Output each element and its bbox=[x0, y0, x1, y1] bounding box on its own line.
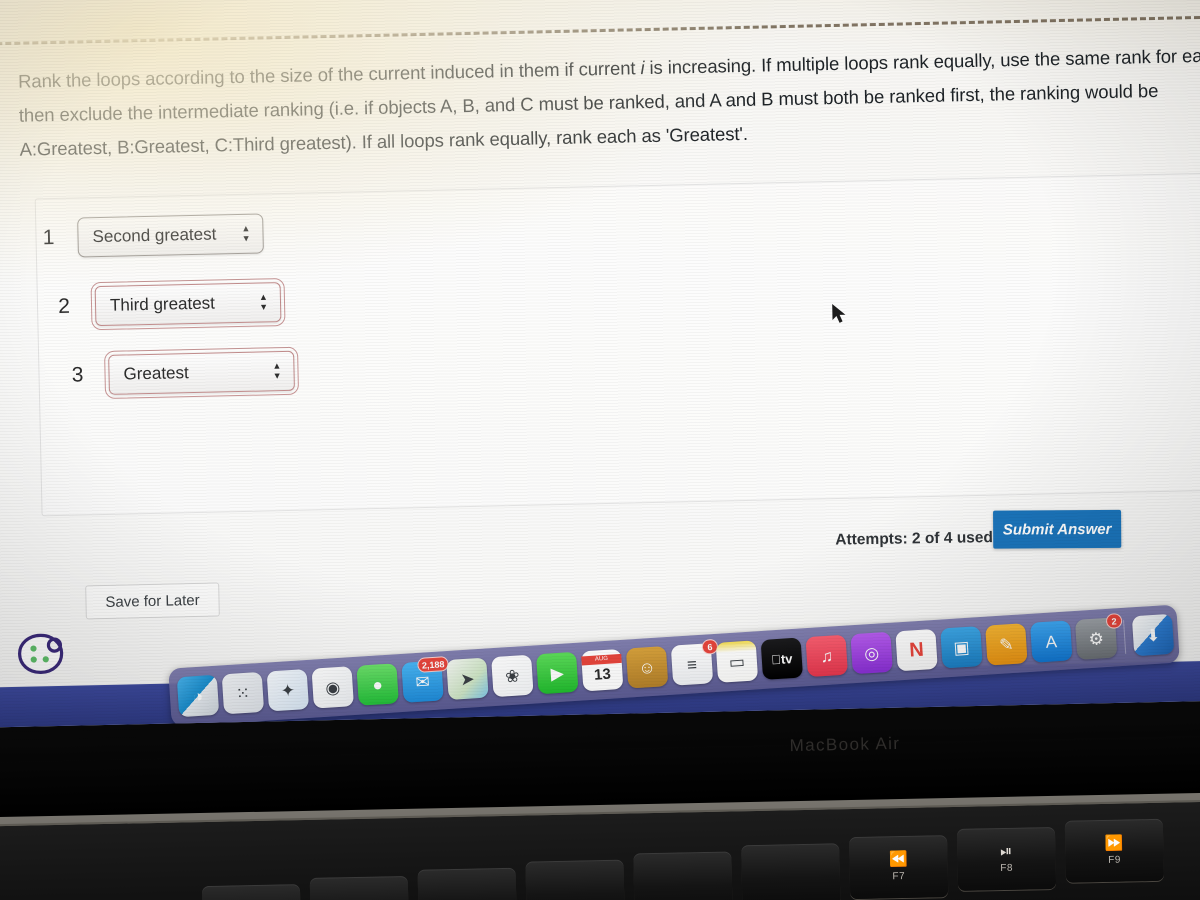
dock-icon-chrome[interactable]: ◉ bbox=[311, 666, 354, 709]
key-f8[interactable]: ⏯ F8 bbox=[956, 826, 1057, 891]
dock-icon-launchpad[interactable]: ⁙ bbox=[221, 671, 265, 715]
key-f1[interactable] bbox=[201, 884, 302, 900]
mouse-cursor-icon bbox=[832, 304, 846, 323]
dock-icon-apple-tv[interactable]: tv bbox=[760, 637, 804, 680]
rank-dropdown-2[interactable]: Third greatest ▲ ▼ bbox=[90, 277, 286, 331]
system-settings-icon: ⚙ bbox=[1087, 628, 1105, 649]
cookie-consent-icon[interactable] bbox=[14, 632, 67, 677]
dock-icon-finder[interactable]: ◑ bbox=[176, 674, 220, 718]
finder-icon: ◑ bbox=[192, 686, 204, 706]
rank-number-1: 1 bbox=[42, 226, 55, 250]
dock-icon-keynote[interactable]: ▣ bbox=[940, 626, 983, 669]
facetime-icon: ▶ bbox=[550, 663, 565, 683]
music-icon: ♫ bbox=[819, 645, 834, 666]
mail-icon: ✉ bbox=[414, 671, 431, 692]
messages-icon: ● bbox=[371, 674, 384, 695]
rank-dropdown-3[interactable]: Greatest ▲ ▼ bbox=[104, 346, 299, 400]
downloads-folder-icon: ⬇ bbox=[1145, 625, 1161, 645]
question-prompt: Rank the loops according to the size of … bbox=[18, 38, 1200, 166]
contacts-icon: ☺ bbox=[637, 657, 657, 678]
dock-icon-news[interactable]: N bbox=[895, 628, 938, 672]
laptop-screen: er is partially correct. Rank the loops … bbox=[0, 0, 1200, 728]
maps-icon: ➤ bbox=[459, 668, 476, 689]
reminders-icon: ≡ bbox=[686, 654, 698, 675]
key-f7[interactable]: ⏪ F7 bbox=[849, 835, 949, 900]
rank-dropdown-1-value: Second greatest bbox=[92, 224, 217, 247]
chevron-updown-icon: ▲ ▼ bbox=[258, 291, 269, 313]
rank-dropdown-1[interactable]: Second greatest ▲ ▼ bbox=[77, 213, 264, 258]
apple-tv-icon: tv bbox=[771, 650, 793, 667]
save-for-later-button[interactable]: Save for Later bbox=[85, 582, 220, 620]
dock-icon-reminders[interactable]: ≡ 6 bbox=[670, 638, 719, 686]
safari-icon: ✦ bbox=[280, 680, 296, 701]
pages-icon: ✎ bbox=[998, 634, 1015, 655]
rank-number-3: 3 bbox=[71, 363, 84, 387]
key-f3[interactable] bbox=[417, 867, 517, 900]
app-store-icon: A bbox=[1044, 631, 1058, 652]
dock-icon-music[interactable]: ♫ bbox=[805, 634, 848, 678]
keynote-icon: ▣ bbox=[952, 637, 971, 658]
key-f9[interactable]: ⏩ F9 bbox=[1064, 818, 1164, 883]
dock-icon-calendar[interactable]: AUG 13 bbox=[580, 648, 624, 692]
photo-of-laptop-screen: ⏪ F7 ⏯ F8 ⏩ F9 MacBook Air er is partial… bbox=[0, 0, 1200, 900]
dock-icon-photos[interactable]: ❀ bbox=[491, 654, 534, 698]
submit-answer-button[interactable]: Submit Answer bbox=[993, 509, 1122, 549]
rewind-icon: ⏪ bbox=[888, 850, 909, 869]
chrome-icon: ◉ bbox=[324, 677, 341, 698]
dock-icon-facetime[interactable]: ▶ bbox=[536, 651, 579, 695]
notes-icon: ▭ bbox=[728, 651, 746, 672]
rank-dropdown-3-value: Greatest bbox=[123, 363, 189, 384]
podcasts-icon: ◎ bbox=[863, 643, 880, 663]
dock-icon-podcasts[interactable]: ◎ bbox=[850, 631, 893, 675]
launchpad-icon: ⁙ bbox=[235, 683, 251, 704]
ranking-row-3: 3 Greatest ▲ ▼ bbox=[60, 346, 299, 400]
dock-icon-notes[interactable]: ▭ bbox=[715, 640, 759, 683]
dock-icon-pages[interactable]: ✎ bbox=[985, 623, 1028, 666]
dock-icon-downloads-folder[interactable]: ⬇ bbox=[1131, 613, 1175, 657]
dock-icon-system-settings[interactable]: ⚙ 2 bbox=[1074, 612, 1123, 660]
key-f2[interactable] bbox=[309, 875, 409, 900]
rank-number-2: 2 bbox=[57, 294, 71, 318]
question-line-1a: Rank the loops according to the size of … bbox=[17, 57, 641, 92]
dock-icon-app-store[interactable]: A bbox=[1030, 620, 1073, 663]
attempts-counter: Attempts: 2 of 4 used bbox=[835, 529, 994, 549]
dock-separator bbox=[1123, 619, 1127, 654]
calendar-day-number: 13 bbox=[593, 665, 612, 684]
rank-dropdown-2-value: Third greatest bbox=[109, 293, 216, 315]
key-f6[interactable] bbox=[741, 843, 841, 900]
ranking-row-1: 1 Second greatest ▲ ▼ bbox=[31, 213, 264, 258]
question-line-1b: is increasing. If multiple loops rank eq… bbox=[644, 48, 1061, 79]
chevron-updown-icon: ▲ ▼ bbox=[241, 223, 251, 244]
key-f4[interactable] bbox=[525, 859, 625, 900]
dock-badge-mail: 2,188 bbox=[417, 655, 449, 673]
dock-icon-mail[interactable]: ✉ 2,188 bbox=[401, 655, 449, 703]
photos-icon: ❀ bbox=[504, 665, 521, 686]
feedback-message: er is partially correct. bbox=[118, 0, 294, 1]
ranking-row-2: 2 Third greatest ▲ ▼ bbox=[47, 277, 286, 331]
section-divider bbox=[0, 15, 1200, 46]
dock-icon-messages[interactable]: ● bbox=[356, 663, 399, 706]
dock-icon-contacts[interactable]: ☺ bbox=[625, 646, 669, 689]
dock-badge-system-settings: 2 bbox=[1105, 612, 1123, 629]
key-f5[interactable] bbox=[633, 851, 733, 900]
dock-icon-safari[interactable]: ✦ bbox=[266, 668, 310, 712]
fast-forward-icon: ⏩ bbox=[1104, 834, 1124, 852]
play-pause-icon: ⏯ bbox=[999, 842, 1013, 861]
dock-icon-maps[interactable]: ➤ bbox=[446, 657, 489, 701]
news-icon: N bbox=[908, 638, 925, 662]
chevron-updown-icon: ▲ ▼ bbox=[272, 360, 282, 381]
